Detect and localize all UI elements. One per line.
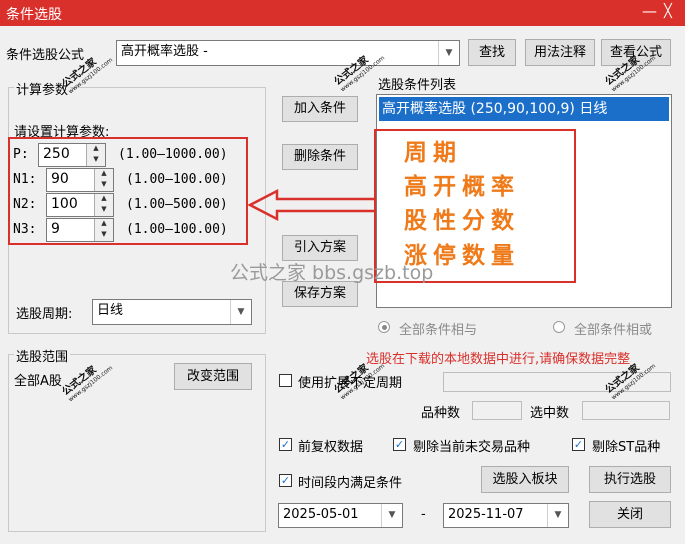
variety-count-field [472, 401, 522, 420]
formula-select[interactable]: 高开概率选股 - ▼ [116, 40, 460, 66]
param-p-range: (1.00—1000.00) [118, 147, 228, 162]
radio-all-or[interactable] [553, 321, 565, 333]
param-n3-range: (1.00—100.00) [126, 222, 228, 237]
param-n1-label: N1: [13, 172, 37, 187]
variety-count-label: 品种数 [421, 406, 461, 421]
selected-count-field [582, 401, 670, 420]
forward-adjust-label: 前复权数据 [298, 440, 364, 455]
add-condition-button[interactable]: 加入条件 [282, 96, 358, 122]
period-select-value: 日线 [97, 303, 124, 318]
execute-selection-button[interactable]: 执行选股 [589, 466, 671, 493]
close-button[interactable]: 关闭 [589, 501, 671, 528]
end-date-value: 2025-11-07 [448, 507, 524, 522]
exclude-st-label: 剔除ST品种 [592, 440, 661, 455]
period-label: 选股周期: [16, 307, 73, 322]
change-range-button[interactable]: 改变范围 [174, 363, 252, 390]
time-range-label: 时间段内满足条件 [298, 476, 403, 491]
usage-notes-button[interactable]: 用法注释 [525, 39, 595, 66]
period-select[interactable]: 日线 ▼ [92, 299, 252, 325]
param-p-label: P: [13, 147, 29, 162]
date-separator: - [421, 507, 426, 522]
spin-down-icon[interactable]: ▼ [86, 155, 105, 166]
range-value: 全部A股 [14, 374, 62, 389]
param-p-value: 250 [43, 146, 70, 162]
spin-up-icon[interactable]: ▲ [94, 169, 113, 180]
arrow-left-icon [247, 188, 375, 222]
exclude-untraded-label: 剔除当前未交易品种 [413, 440, 531, 455]
minimize-button[interactable]: — [642, 2, 657, 20]
chevron-down-icon[interactable]: ▼ [381, 504, 402, 527]
param-n2-spinner[interactable]: 100 ▲ ▼ [46, 193, 114, 217]
param-n2-label: N2: [13, 197, 37, 212]
spin-down-icon[interactable]: ▼ [94, 230, 113, 241]
chevron-down-icon[interactable]: ▼ [230, 300, 251, 324]
start-date-value: 2025-05-01 [283, 507, 359, 522]
radio-all-and-label: 全部条件相与 [399, 323, 478, 338]
title-bar: 条件选股 — ╳ [0, 0, 685, 26]
end-date-picker[interactable]: 2025-11-07 ▼ [443, 503, 569, 528]
param-n3-value: 9 [51, 221, 60, 237]
selected-count-label: 选中数 [530, 406, 570, 421]
chevron-down-icon[interactable]: ▼ [547, 504, 568, 527]
start-date-picker[interactable]: 2025-05-01 ▼ [278, 503, 403, 528]
param-n3-spinner[interactable]: 9 ▲ ▼ [46, 218, 114, 242]
annotation-line-stock-score: 股性分数 [404, 207, 520, 234]
close-window-button[interactable]: ╳ [664, 4, 672, 19]
checkbox-time-range[interactable]: ✓ [279, 474, 292, 487]
select-to-sector-button[interactable]: 选股入板块 [481, 466, 569, 493]
formula-label: 条件选股公式 [6, 48, 85, 63]
formula-select-value: 高开概率选股 - [121, 44, 208, 59]
radio-all-or-label: 全部条件相或 [574, 323, 653, 338]
radio-all-and[interactable] [378, 321, 390, 333]
watermark-text: 公式之家 bbs.gszb.top [230, 262, 434, 284]
spin-up-icon[interactable]: ▲ [94, 194, 113, 205]
remove-condition-button[interactable]: 删除条件 [282, 144, 358, 170]
spin-up-icon[interactable]: ▲ [86, 144, 105, 155]
condition-item-selected[interactable]: 高开概率选股 (250,90,100,9) 日线 [379, 97, 669, 121]
param-n1-range: (1.00—100.00) [126, 172, 228, 187]
checkbox-forward-adjust[interactable]: ✓ [279, 438, 292, 451]
conditions-list-label: 选股条件列表 [378, 78, 457, 93]
param-n1-value: 90 [51, 171, 69, 187]
find-button[interactable]: 查找 [468, 39, 516, 66]
chevron-down-icon[interactable]: ▼ [438, 41, 459, 65]
spin-down-icon[interactable]: ▼ [94, 205, 113, 216]
annotation-line-gap-prob: 高开概率 [404, 173, 520, 200]
spin-down-icon[interactable]: ▼ [94, 180, 113, 191]
checkbox-exclude-st[interactable]: ✓ [572, 438, 585, 451]
checkbox-exclude-untraded[interactable]: ✓ [393, 438, 406, 451]
param-n1-spinner[interactable]: 90 ▲ ▼ [46, 168, 114, 192]
range-group-label: 选股范围 [14, 346, 71, 365]
annotation-line-period: 周期 [404, 139, 462, 166]
spin-up-icon[interactable]: ▲ [94, 219, 113, 230]
window-title: 条件选股 [6, 7, 62, 23]
param-n3-label: N3: [13, 222, 37, 237]
checkbox-variable-period[interactable] [279, 374, 292, 387]
param-p-spinner[interactable]: 250 ▲ ▼ [38, 143, 106, 167]
param-n2-range: (1.00—500.00) [126, 197, 228, 212]
param-n2-value: 100 [51, 196, 78, 212]
